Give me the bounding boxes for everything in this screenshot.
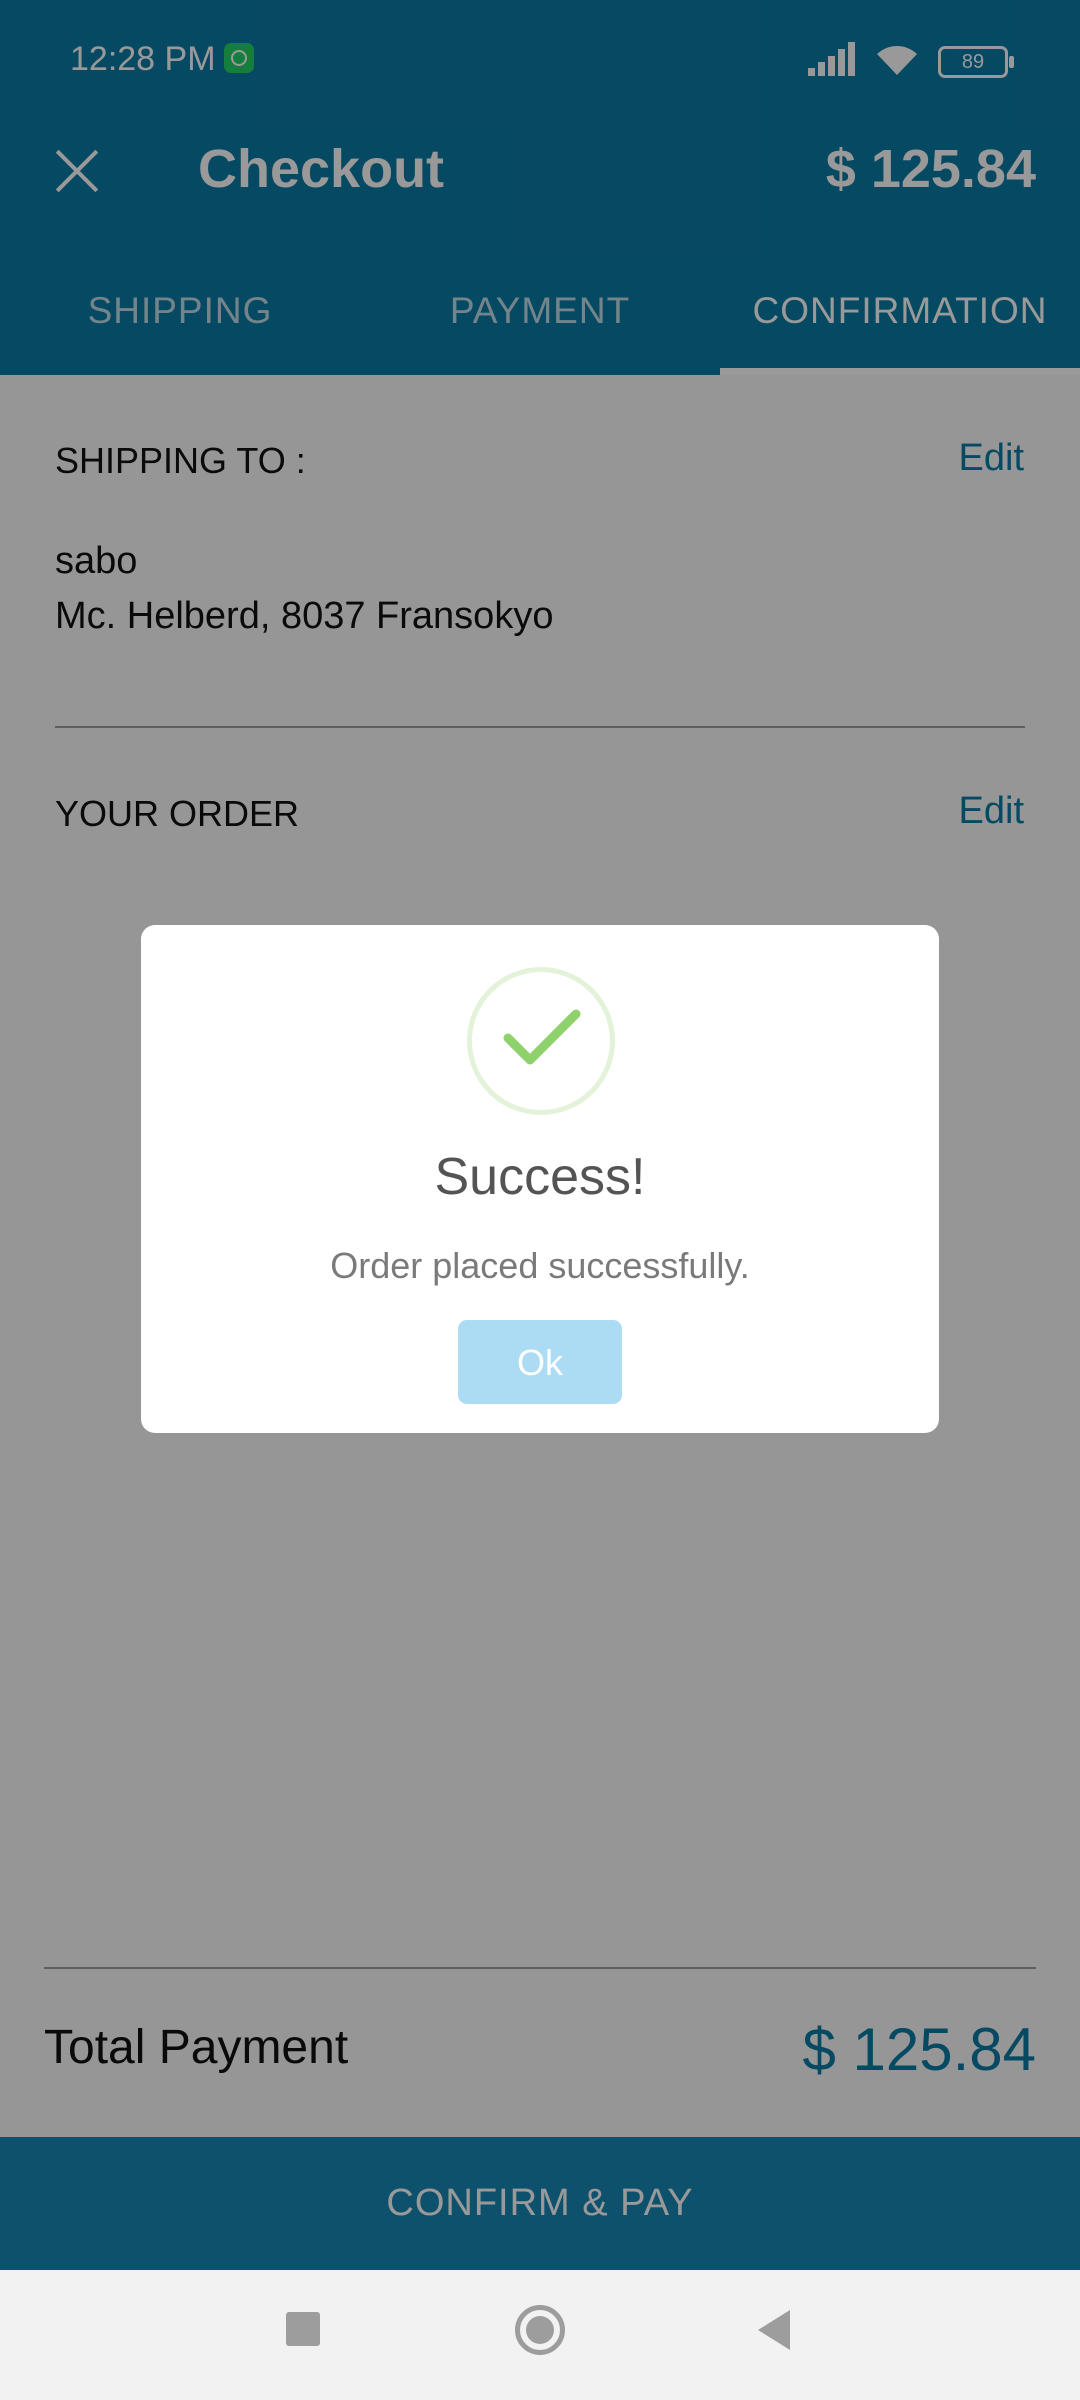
success-check-icon	[467, 967, 615, 1115]
back-icon[interactable]	[758, 2310, 790, 2350]
success-dialog: Success! Order placed successfully. Ok	[141, 925, 939, 1433]
dialog-title: Success!	[434, 1148, 646, 1206]
home-icon[interactable]	[515, 2305, 565, 2355]
ok-button[interactable]: Ok	[458, 1320, 622, 1404]
dialog-message: Order placed successfully.	[330, 1245, 750, 1286]
recents-icon[interactable]	[286, 2312, 320, 2346]
system-nav-bar	[0, 2270, 1080, 2400]
